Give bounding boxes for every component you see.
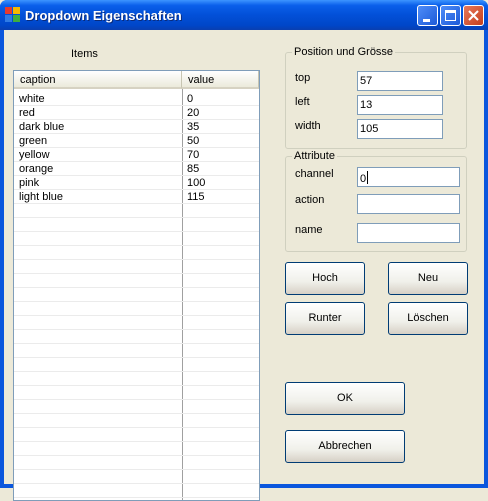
left-input[interactable]	[357, 95, 443, 115]
left-label: left	[295, 96, 310, 108]
close-icon	[468, 10, 479, 21]
list-item-value[interactable]: 20	[187, 106, 199, 120]
abbrechen-button-label: Abbrechen	[318, 440, 372, 452]
neu-button-label: Neu	[417, 272, 439, 284]
close-button[interactable]	[463, 5, 484, 26]
column-header-caption[interactable]: caption	[14, 71, 182, 89]
width-input[interactable]	[357, 119, 443, 139]
channel-input-value: 0	[360, 173, 367, 185]
grid-line	[14, 371, 259, 372]
maximize-icon	[445, 10, 456, 21]
action-input[interactable]	[357, 194, 460, 214]
title-bar[interactable]: Dropdown Eigenschaften	[0, 0, 488, 30]
list-item-value[interactable]: 100	[187, 176, 205, 190]
column-header-value[interactable]: value	[182, 71, 259, 89]
list-item-caption[interactable]: orange	[19, 162, 53, 176]
text-caret	[367, 171, 369, 184]
grid-line	[14, 413, 259, 414]
grid-line	[14, 245, 259, 246]
grid-line	[14, 441, 259, 442]
neu-button[interactable]: Neu	[388, 262, 468, 295]
grid-line	[14, 217, 259, 218]
top-label: top	[295, 72, 311, 84]
column-separator	[182, 89, 183, 500]
ok-button-label: OK	[337, 392, 353, 404]
runter-button-label: Runter	[308, 312, 342, 324]
grid-line	[14, 427, 259, 428]
grid-line	[14, 287, 259, 288]
grid-line	[14, 497, 259, 498]
grid-line	[14, 483, 259, 484]
attribute-group-title: Attribute	[292, 150, 337, 162]
minimize-button[interactable]	[417, 5, 438, 26]
list-item-caption[interactable]: dark blue	[19, 120, 64, 134]
items-listview[interactable]: caption value white 0 red 20 dark blue 35 gree…	[13, 70, 260, 501]
grid-line	[14, 273, 259, 274]
grid-line	[14, 329, 259, 330]
dialog-window: Dropdown Eigenschaften Items caption val…	[0, 0, 488, 501]
grid-line	[14, 301, 259, 302]
grid-line	[14, 231, 259, 232]
list-item-caption[interactable]: yellow	[19, 148, 50, 162]
list-item-caption[interactable]: light blue	[19, 190, 63, 204]
runter-button[interactable]: Runter	[285, 302, 365, 335]
app-window-icon	[5, 7, 21, 23]
items-label: Items	[71, 48, 98, 60]
ok-button[interactable]: OK	[285, 382, 405, 415]
list-item-caption[interactable]: pink	[19, 176, 39, 190]
list-item-value[interactable]: 85	[187, 162, 199, 176]
channel-label: channel	[295, 168, 334, 180]
name-input[interactable]	[357, 223, 460, 243]
channel-input[interactable]: 0	[357, 167, 460, 187]
list-item-value[interactable]: 0	[187, 92, 193, 106]
name-label: name	[295, 224, 323, 236]
list-item-value[interactable]: 50	[187, 134, 199, 148]
list-item-value[interactable]: 70	[187, 148, 199, 162]
loeschen-button-label: Löschen	[407, 312, 449, 324]
grid-line	[14, 343, 259, 344]
list-item-value[interactable]: 35	[187, 120, 199, 134]
dialog-client: Items caption value white 0 red 20 dark blue…	[4, 30, 484, 501]
top-input[interactable]	[357, 71, 443, 91]
grid-line	[14, 259, 259, 260]
window-title: Dropdown Eigenschaften	[25, 8, 182, 23]
grid-line	[14, 399, 259, 400]
grid-line	[14, 357, 259, 358]
width-label: width	[295, 120, 321, 132]
list-item-caption[interactable]: green	[19, 134, 47, 148]
grid-line	[14, 147, 259, 148]
action-label: action	[295, 194, 325, 206]
hoch-button[interactable]: Hoch	[285, 262, 365, 295]
maximize-button[interactable]	[440, 5, 461, 26]
position-group-title: Position und Grösse	[292, 46, 396, 58]
list-item-value[interactable]: 115	[187, 190, 205, 204]
grid-line	[14, 469, 259, 470]
grid-line	[14, 315, 259, 316]
grid-line	[14, 455, 259, 456]
grid-line	[14, 105, 259, 106]
grid-line	[14, 385, 259, 386]
hoch-button-label: Hoch	[312, 272, 338, 284]
abbrechen-button[interactable]: Abbrechen	[285, 430, 405, 463]
list-item-caption[interactable]: white	[19, 92, 45, 106]
loeschen-button[interactable]: Löschen	[388, 302, 468, 335]
minimize-icon	[423, 19, 430, 22]
list-item-caption[interactable]: red	[19, 106, 35, 120]
